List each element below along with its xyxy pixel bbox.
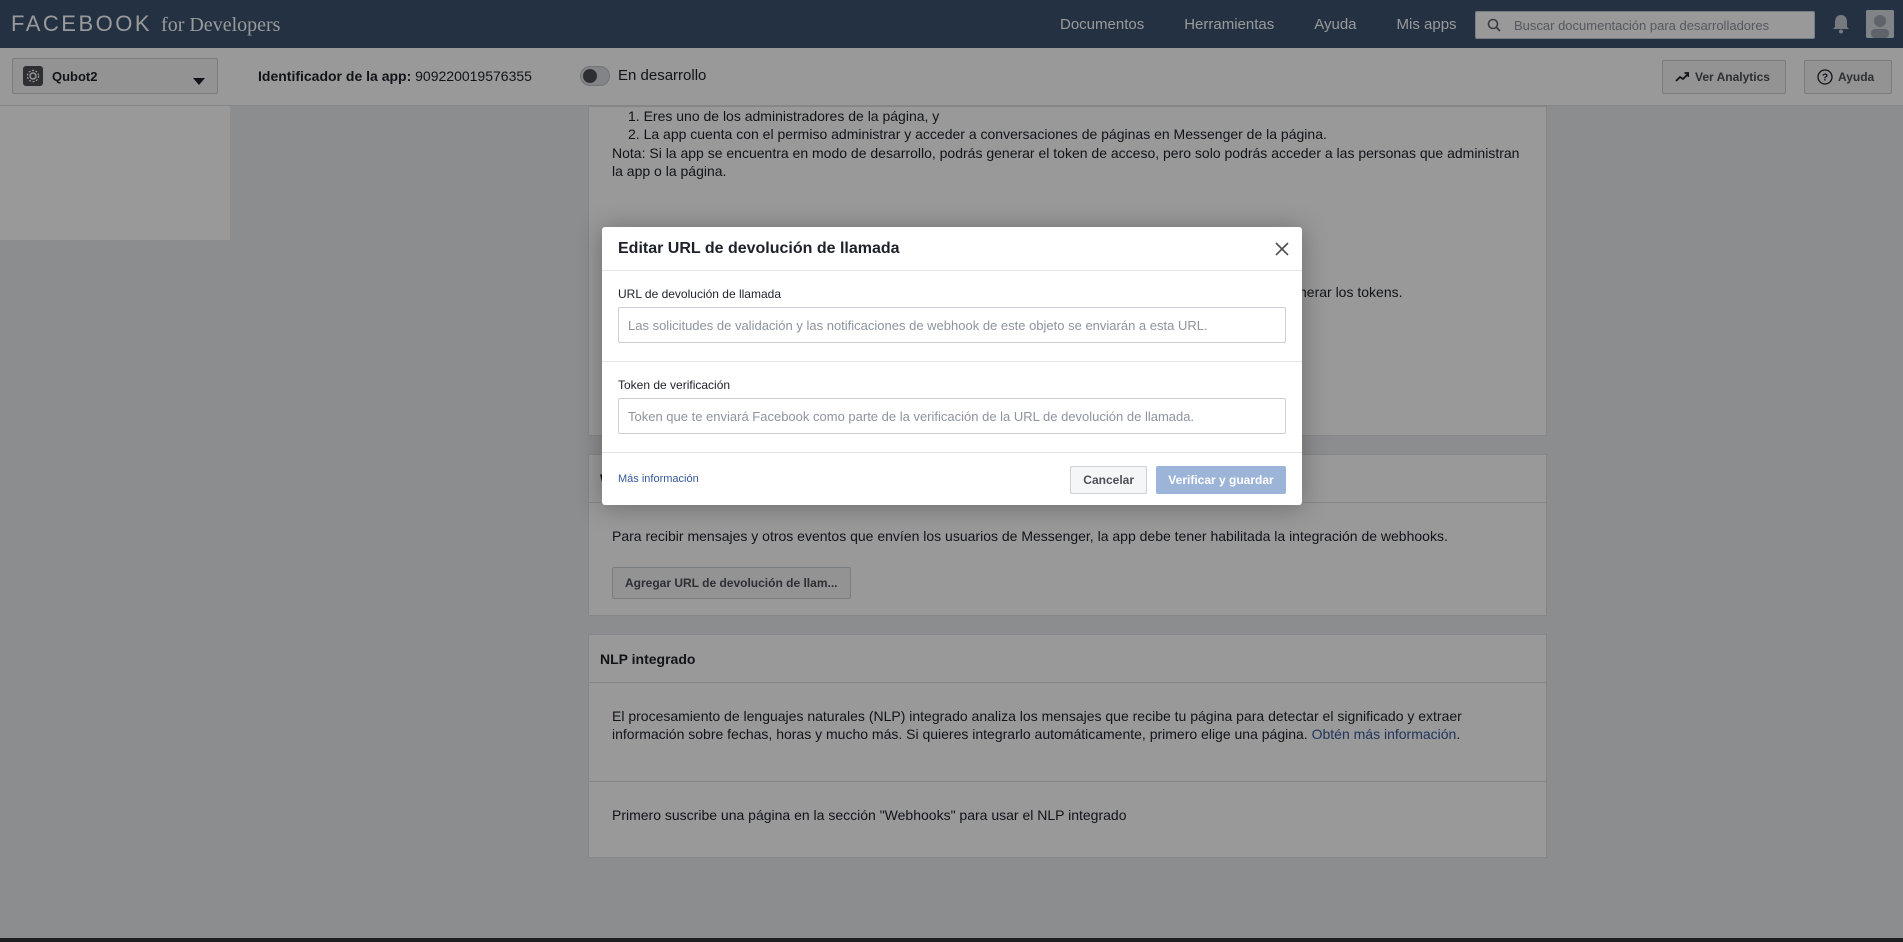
callback-url-label: URL de devolución de llamada	[618, 287, 781, 301]
close-icon[interactable]	[1272, 239, 1292, 259]
callback-url-section: URL de devolución de llamada	[602, 271, 1302, 362]
taskbar-strip	[0, 938, 1903, 942]
verify-and-save-button[interactable]: Verificar y guardar	[1156, 466, 1286, 494]
callback-url-input[interactable]	[618, 307, 1286, 343]
dialog-title: Editar URL de devolución de llamada	[602, 227, 1302, 271]
cancel-button[interactable]: Cancelar	[1070, 466, 1147, 494]
dialog-footer: Más información Cancelar Verificar y gua…	[602, 453, 1302, 504]
verify-token-input[interactable]	[618, 398, 1286, 434]
verify-token-section: Token de verificación	[602, 362, 1302, 453]
verify-token-label: Token de verificación	[618, 378, 731, 392]
more-info-link[interactable]: Más información	[618, 473, 699, 485]
edit-callback-url-dialog: Editar URL de devolución de llamada URL …	[602, 227, 1302, 505]
